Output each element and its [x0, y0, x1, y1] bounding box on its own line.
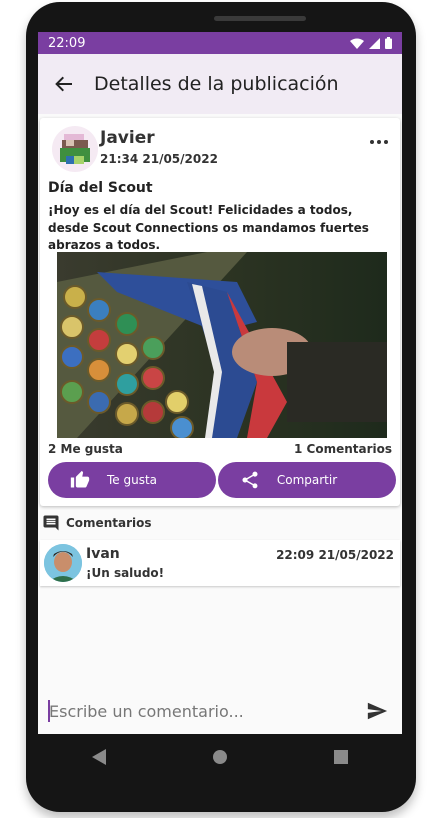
post-author[interactable]: Javier [100, 128, 155, 148]
comment-time: 22:09 21/05/2022 [276, 548, 394, 562]
speaker-grille [214, 16, 306, 21]
more-vert-icon [370, 140, 374, 144]
post-title: Día del Scout [48, 180, 153, 196]
comments-count[interactable]: 1 Comentarios [294, 442, 392, 456]
page-title: Detalles de la publicación [94, 73, 339, 95]
nav-back-icon [91, 749, 106, 765]
share-button-label: Compartir [276, 473, 338, 487]
like-button[interactable]: Te gusta [48, 462, 216, 498]
post-date: 21:34 21/05/2022 [100, 152, 218, 166]
post-body: ¡Hoy es el día del Scout! Felicidades a … [48, 203, 369, 252]
back-arrow-icon [55, 76, 72, 92]
nav-recents-icon [334, 750, 349, 764]
like-button-label: Te gusta [106, 473, 158, 487]
comments-header: Comentarios [42, 514, 152, 532]
battery-icon [385, 37, 392, 49]
nav-home-button[interactable] [200, 737, 240, 777]
signal-icon [369, 37, 380, 49]
post-card: Javier 21:34 21/05/2022 Día del Scout ¡H… [40, 118, 400, 506]
screen: 22:09 Detalles de la publicación Javier … [38, 32, 402, 734]
likes-count[interactable]: 2 Me gusta [48, 442, 123, 456]
share-button[interactable]: Compartir [218, 462, 396, 498]
send-icon[interactable] [366, 700, 388, 722]
wifi-icon [350, 38, 364, 49]
comment-item: Ivan ¡Un saludo! 22:09 21/05/2022 [40, 540, 400, 586]
back-button[interactable] [52, 72, 76, 96]
comment-text: ¡Un saludo! [86, 566, 165, 580]
nav-recents-button[interactable] [321, 737, 361, 777]
comment-avatar[interactable] [44, 544, 82, 582]
app-bar: Detalles de la publicación [38, 54, 402, 114]
status-bar: 22:09 [38, 32, 402, 54]
comments-header-label: Comentarios [66, 516, 152, 530]
nav-home-icon [212, 750, 227, 764]
avatar[interactable] [52, 126, 98, 172]
system-nav-bar [38, 734, 402, 780]
nav-back-button[interactable] [79, 737, 119, 777]
status-time: 22:09 [48, 35, 86, 51]
post-image [57, 252, 387, 438]
comment-icon [43, 515, 59, 531]
more-options-button[interactable] [370, 140, 388, 144]
comment-author[interactable]: Ivan [86, 546, 120, 562]
comment-input-row [38, 692, 402, 732]
comment-input[interactable] [46, 696, 349, 726]
status-icons [350, 37, 392, 49]
avatar-image [60, 134, 90, 164]
